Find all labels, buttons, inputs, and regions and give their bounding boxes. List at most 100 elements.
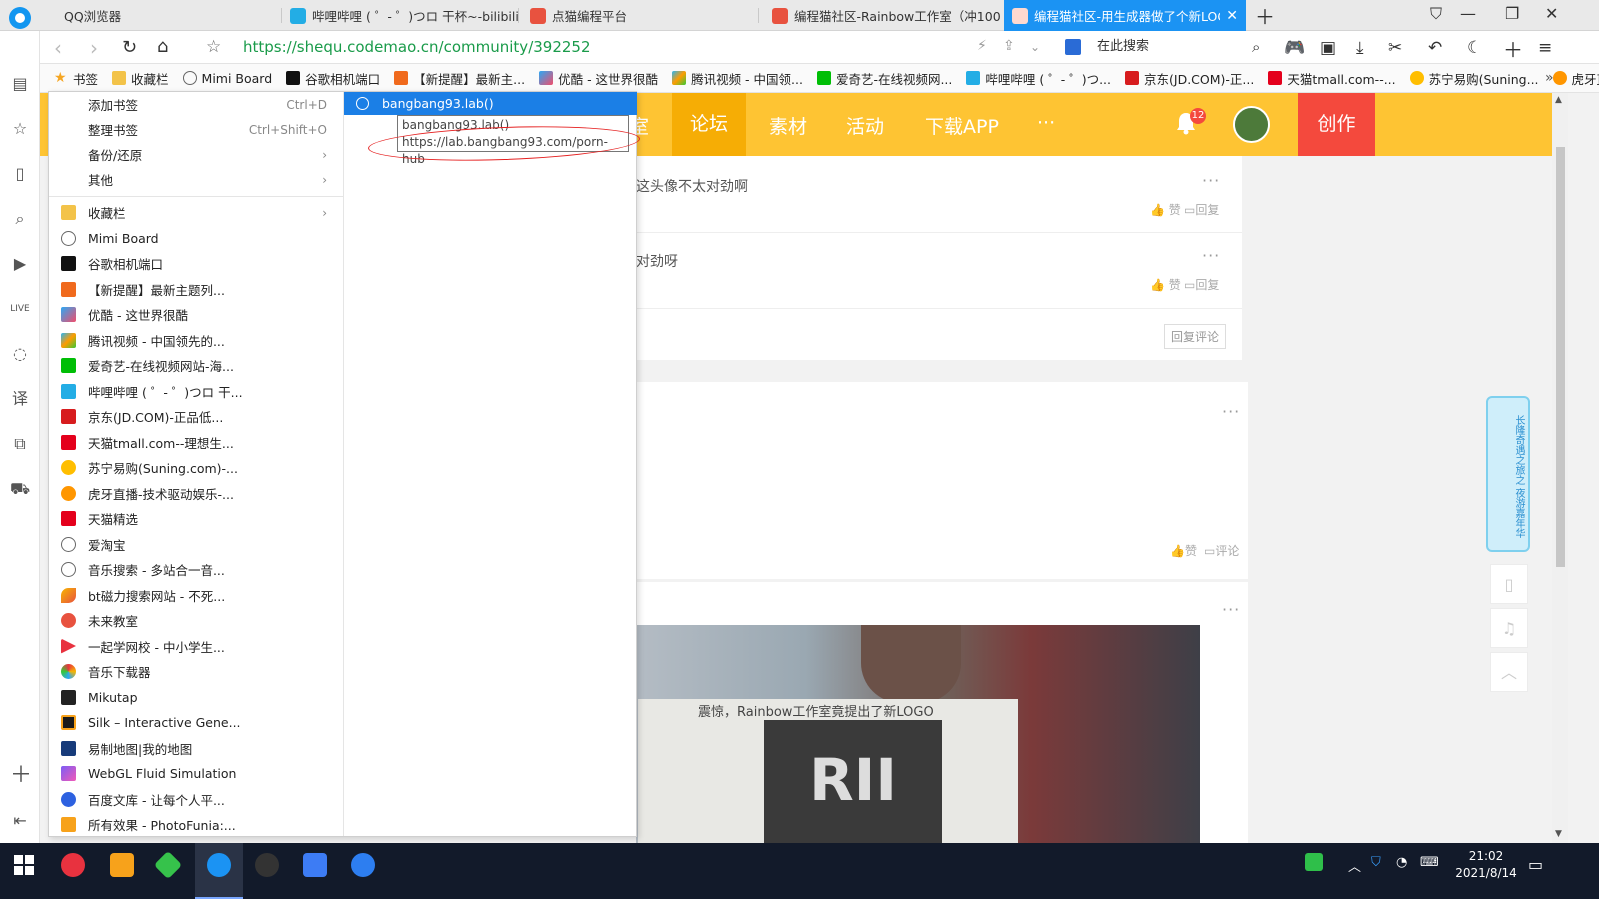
add-dock-icon[interactable]: ＋ [10, 765, 32, 787]
cart-icon[interactable]: ⛟ [10, 479, 30, 499]
search-icon[interactable]: ⌕ [1252, 38, 1260, 56]
bell-side-icon[interactable]: ♫ [1490, 608, 1528, 648]
bookmark-menu-button[interactable]: ★ 书签 [54, 69, 98, 88]
menu-item-favorites-folder[interactable]: 收藏栏 › [49, 200, 343, 225]
bookmark-item[interactable]: 天猫tmall.com--... [1268, 69, 1396, 88]
back-icon[interactable]: ‹ [54, 36, 62, 60]
bookmark-item[interactable]: 苏宁易购(Suning... [1409, 69, 1539, 88]
tab-bilibili[interactable]: 哔哩哔哩 ( ゜- ゜)つロ 干杯~-bilibili [282, 0, 518, 31]
qq-browser-logo-icon[interactable] [9, 7, 31, 29]
tray-chevron-icon[interactable]: ︿ [1348, 856, 1361, 875]
collapse-dock-icon[interactable]: ⇤ [10, 811, 30, 831]
green-app-icon[interactable] [153, 850, 183, 880]
download-icon[interactable]: ⤓ [1356, 38, 1364, 58]
bookmark-item[interactable]: 哔哩哔哩 ( ゜- ゜)つ... [966, 69, 1111, 88]
back-to-top-icon[interactable]: ︿ [1490, 652, 1528, 692]
bookmark-item[interactable]: 优酷 - 这世界很酷 [539, 69, 658, 88]
new-tab-icon[interactable]: ＋ [1255, 1, 1275, 30]
submenu-item-bangbang93[interactable]: bangbang93.lab() [344, 92, 637, 115]
tab-menu-icon[interactable]: ⛉ [1430, 4, 1442, 24]
menu-item-bookmark[interactable]: 苏宁易购(Suning.com)-... [49, 455, 343, 480]
nav-item-forum[interactable]: 论坛 [672, 93, 747, 156]
forward-icon[interactable]: › [90, 36, 98, 60]
keyboard-icon[interactable]: ⌨ [1420, 855, 1439, 870]
add-icon[interactable]: ＋ [1503, 34, 1523, 63]
live-icon[interactable]: LIVE [10, 299, 30, 319]
extension-icon[interactable]: ▣ [1320, 38, 1336, 58]
reader-icon[interactable]: ▤ [10, 74, 30, 94]
menu-item-bookmark[interactable]: 天猫tmall.com--理想生... [49, 430, 343, 455]
tab-new-logo-active[interactable]: 编程猫社区-用生成器做了个新LOGO... ✕ [1004, 0, 1246, 31]
search-dock-icon[interactable]: ⌕ [10, 209, 30, 229]
menu-icon[interactable]: ≡ [1538, 38, 1552, 58]
vertical-scrollbar[interactable]: ▲ ▼ [1552, 93, 1568, 843]
network-app-icon[interactable] [351, 853, 375, 877]
mouse-app-icon[interactable] [255, 853, 279, 877]
url-field[interactable]: https://shequ.codemao.cn/community/39225… [243, 38, 591, 56]
tab-diancat[interactable]: 点猫编程平台 [522, 0, 758, 31]
game-icon[interactable]: 🎮 [1284, 38, 1305, 58]
lightning-icon[interactable]: ⚡ [977, 38, 987, 54]
menu-item-bookmark[interactable]: 音乐下载器 [49, 659, 343, 684]
scrollbar-thumb[interactable] [1556, 147, 1565, 567]
menu-item-bookmark[interactable]: 优酷 - 这世界很酷 [49, 302, 343, 327]
menu-item-bookmark[interactable]: WebGL Fluid Simulation [49, 761, 343, 786]
bookmark-item[interactable]: 谷歌相机端口 [286, 69, 380, 88]
toolbox-icon[interactable]: ⧉ [10, 434, 30, 454]
menu-item-bookmark[interactable]: 爱淘宝 [49, 532, 343, 557]
bookmark-item[interactable]: 【新提醒】最新主... [394, 69, 525, 88]
tab-qq-browser[interactable]: QQ浏览器 [56, 0, 281, 31]
qq-icon[interactable] [110, 853, 134, 877]
close-window-icon[interactable]: ✕ [1545, 4, 1558, 23]
tray-app-icon[interactable] [1305, 853, 1323, 871]
menu-item-bookmark[interactable]: bt磁力搜索网站 - 不死... [49, 583, 343, 608]
qq-browser-taskbar-icon[interactable] [207, 853, 231, 877]
chat-icon[interactable]: ◌ [10, 344, 30, 364]
home-icon[interactable]: ⌂ [157, 36, 168, 57]
comment-button[interactable]: ▭评论 [1204, 542, 1239, 559]
nav-item-materials[interactable]: 素材 [769, 112, 807, 139]
like-button[interactable]: 👍赞 [1170, 542, 1197, 559]
restore-icon[interactable]: ❐ [1505, 4, 1519, 23]
night-mode-icon[interactable]: ☾ [1467, 38, 1482, 58]
menu-item-bookmark[interactable]: 百度文库 - 让每个人平... [49, 787, 343, 812]
shield-icon[interactable]: ⛉ [1371, 855, 1381, 870]
search-input[interactable]: 在此搜索 [1065, 36, 1275, 58]
bookmark-item[interactable]: Mimi Board [182, 71, 272, 86]
share-icon[interactable]: ⇪ [1003, 38, 1015, 54]
windows-start-icon[interactable] [14, 855, 34, 875]
notification-center-icon[interactable]: ▭ [1528, 855, 1543, 874]
screenshot-scissors-icon[interactable]: ✂ [1388, 38, 1402, 58]
bookmark-item[interactable]: 爱奇艺-在线视频网... [816, 69, 952, 88]
nav-item-more[interactable]: ··· [1037, 112, 1055, 134]
menu-item-bookmark[interactable]: 音乐搜索 - 多站合一音... [49, 557, 343, 582]
menu-item-bookmark[interactable]: 一起学网校 - 中小学生... [49, 634, 343, 659]
menu-item-organize-bookmarks[interactable]: 整理书签 Ctrl+Shift+O [49, 117, 343, 142]
menu-item-bookmark[interactable]: 谷歌相机端口 [49, 251, 343, 276]
bookmarks-overflow-icon[interactable]: » [1545, 70, 1554, 86]
wifi-icon[interactable]: ◔ [1396, 855, 1407, 870]
minimize-icon[interactable]: — [1460, 4, 1476, 23]
like-button[interactable]: 👍 赞 [1150, 276, 1181, 293]
menu-item-bookmark[interactable]: Mikutap [49, 685, 343, 710]
more-options-icon[interactable]: ··· [1222, 402, 1240, 421]
feishu-icon[interactable] [303, 853, 327, 877]
menu-item-bookmark[interactable]: 爱奇艺-在线视频网站-海... [49, 353, 343, 378]
menu-item-bookmark[interactable]: Mimi Board [49, 226, 343, 251]
more-options-icon[interactable]: ··· [1202, 171, 1220, 190]
nav-item-activities[interactable]: 活动 [846, 112, 884, 139]
menu-item-bookmark[interactable]: 所有效果 - PhotoFunia:... [49, 812, 343, 837]
phone-icon[interactable]: ▯ [1490, 564, 1528, 604]
undo-icon[interactable]: ↶ [1428, 38, 1442, 58]
clock[interactable]: 21:02 2021/8/14 [1450, 848, 1522, 882]
avatar[interactable] [1233, 106, 1270, 143]
menu-item-backup-restore[interactable]: 备份/还原 › [49, 142, 343, 167]
menu-item-bookmark[interactable]: 哔哩哔哩 ( ゜- ゜)つロ 干... [49, 379, 343, 404]
chevron-down-icon[interactable]: ⌄ [1030, 40, 1040, 54]
menu-item-other[interactable]: 其他 › [49, 167, 343, 192]
post-image[interactable]: 震惊，Rainbow工作室竟提出了新LOGO RII [636, 625, 1200, 843]
more-options-icon[interactable]: ··· [1222, 600, 1240, 619]
create-button[interactable]: 创作 [1298, 93, 1375, 156]
menu-item-bookmark[interactable]: 虎牙直播-技术驱动娱乐-... [49, 481, 343, 506]
bookmark-item[interactable]: 虎牙直播-技术驱... [1552, 69, 1599, 88]
